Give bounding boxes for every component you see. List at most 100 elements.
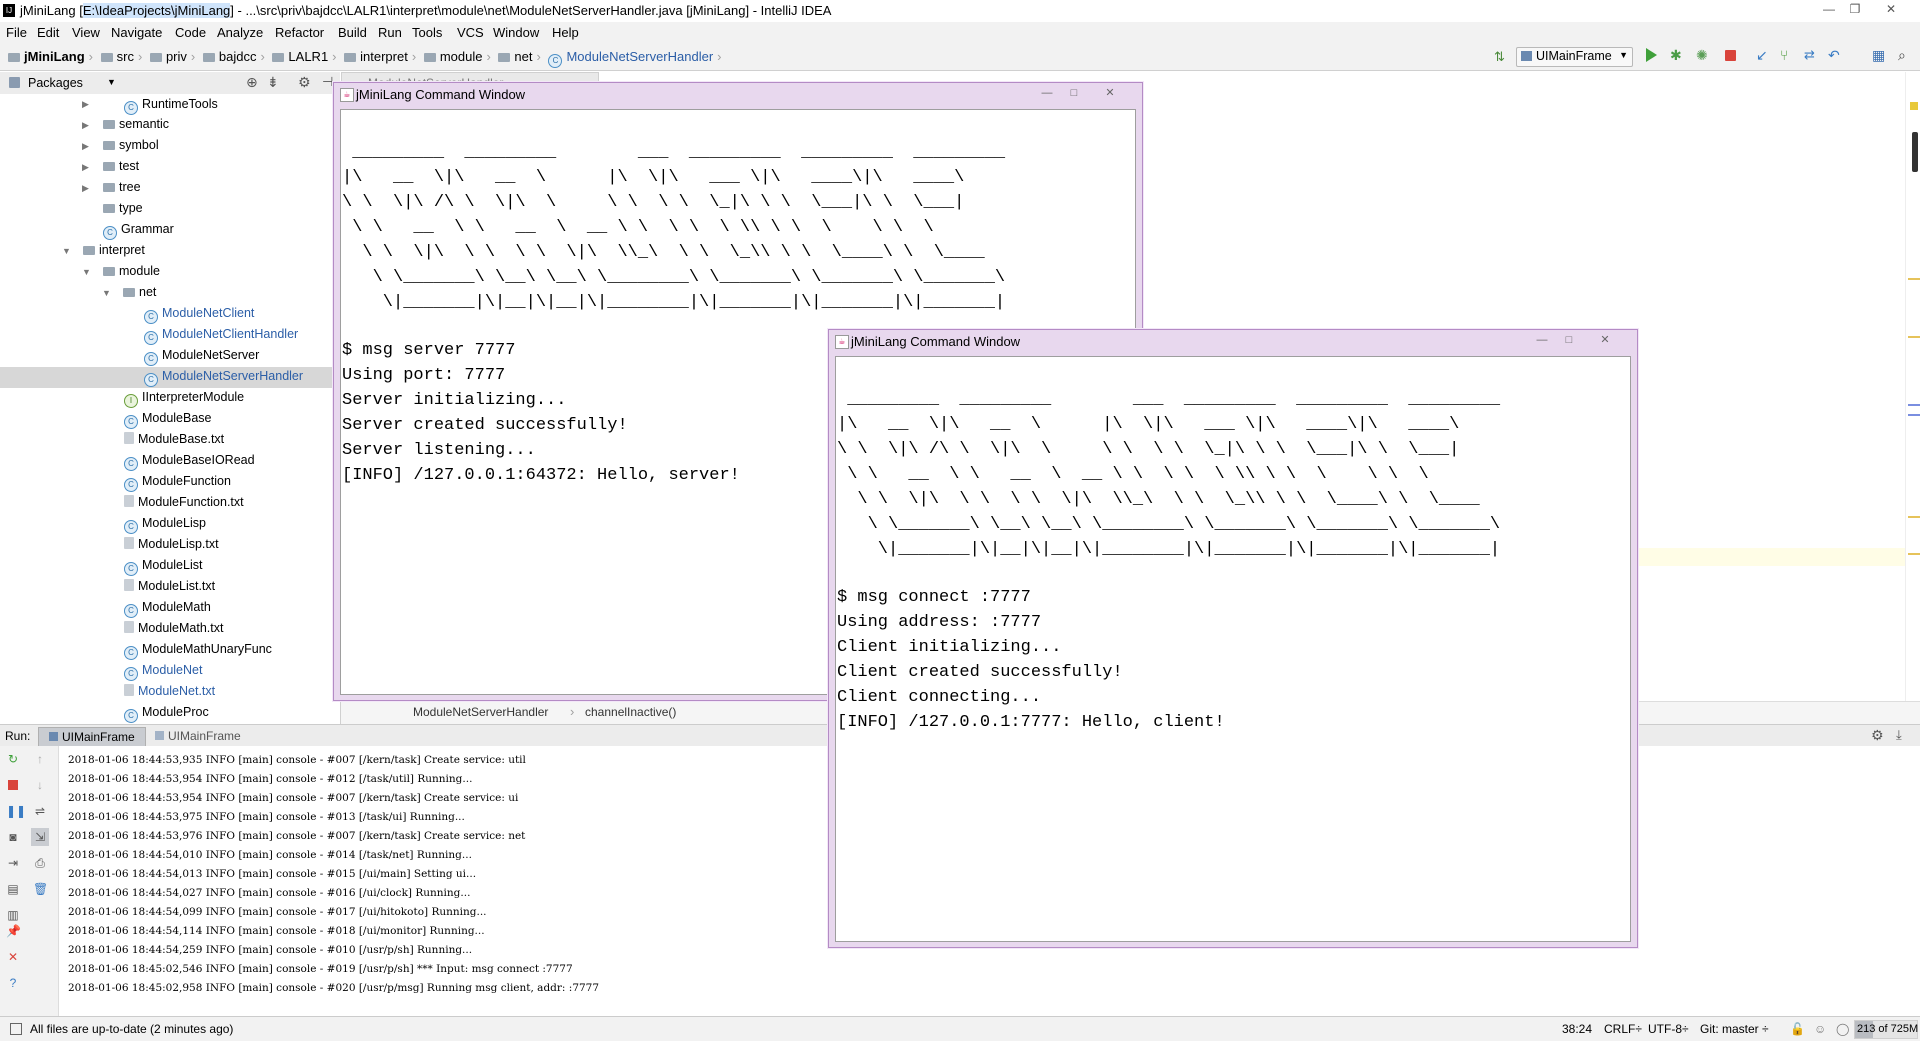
breadcrumb-project[interactable]: jMiniLang <box>24 49 85 64</box>
dump-threads-icon[interactable]: ◙ <box>6 830 20 844</box>
tree-item-modulenet-txt[interactable]: ModuleNet.txt <box>124 681 215 702</box>
run-tab[interactable]: UIMainFrame <box>145 727 251 745</box>
tree-item-modulebase-txt[interactable]: ModuleBase.txt <box>124 429 224 450</box>
line-separator[interactable]: CRLF÷ <box>1604 1022 1642 1036</box>
exit-icon[interactable]: ⇥ <box>6 856 20 870</box>
chevron-down-icon[interactable]: ▼ <box>102 288 111 298</box>
menu-run[interactable]: Run <box>378 25 402 40</box>
tree-item-modulemathunaryfunc[interactable]: C ModuleMathUnaryFunc <box>124 639 272 660</box>
menu-build[interactable]: Build <box>338 25 367 40</box>
locate-file-icon[interactable]: ⊕ <box>246 74 258 91</box>
maximize-icon[interactable]: □ <box>1061 86 1087 101</box>
debug-icon[interactable]: ✱ <box>1670 47 1682 64</box>
print-icon[interactable]: ⎙ <box>33 856 47 870</box>
menu-edit[interactable]: Edit <box>37 25 59 40</box>
breadcrumb-src[interactable]: src <box>117 49 134 64</box>
tree-item-modulefunction-txt[interactable]: ModuleFunction.txt <box>124 492 244 513</box>
tree-item-iinterpretermodule[interactable]: I IInterpreterModule <box>124 387 244 408</box>
tree-item-modulefunction[interactable]: C ModuleFunction <box>124 471 231 492</box>
menu-analyze[interactable]: Analyze <box>217 25 263 40</box>
breadcrumb-lalr1[interactable]: LALR1 <box>288 49 328 64</box>
tree-item-modulelist[interactable]: C ModuleList <box>124 555 202 576</box>
vcs-revert-icon[interactable]: ↶ <box>1828 47 1840 64</box>
chevron-right-icon[interactable]: ▶ <box>82 162 89 173</box>
change-marker[interactable] <box>1908 278 1920 280</box>
tree-item-modulenetclienthandler[interactable]: C ModuleNetClientHandler <box>144 324 298 345</box>
tree-item-modulenetserverhandler[interactable]: C ModuleNetServerHandler <box>144 366 303 387</box>
close-icon[interactable]: ✕ <box>1878 2 1904 18</box>
scroll-down-icon[interactable]: ↓ <box>33 778 47 792</box>
menu-window[interactable]: Window <box>493 25 539 40</box>
cursor-position[interactable]: 38:24 <box>1562 1022 1592 1036</box>
change-marker[interactable] <box>1908 414 1920 416</box>
close-icon[interactable]: ✕ <box>6 950 20 964</box>
run-tab-active[interactable]: UIMainFrame <box>38 727 146 747</box>
run-icon[interactable] <box>1646 48 1657 62</box>
maximize-icon[interactable]: ❐ <box>1842 2 1868 18</box>
tree-item-modulebaseioread[interactable]: C ModuleBaseIORead <box>124 450 255 471</box>
tree-item-test[interactable]: test <box>103 156 139 177</box>
change-marker[interactable] <box>1908 553 1920 555</box>
chevron-down-icon[interactable]: ▼ <box>107 77 116 87</box>
pause-icon[interactable]: ❚❚ <box>6 804 26 818</box>
chevron-right-icon[interactable]: ▶ <box>82 99 89 110</box>
tree-item-modulelisp[interactable]: C ModuleLisp <box>124 513 206 534</box>
vcs-compare-icon[interactable]: ⇄ <box>1804 47 1815 63</box>
tree-item-tree[interactable]: tree <box>103 177 141 198</box>
command-window-client[interactable]: ☕ jMiniLang Command Window — □ ✕ _______… <box>828 329 1638 948</box>
breadcrumb-bajdcc[interactable]: bajdcc <box>219 49 257 64</box>
packages-view-selector[interactable]: Packages <box>28 76 83 90</box>
breadcrumb-interpret[interactable]: interpret <box>360 49 408 64</box>
status-toggle-icon[interactable] <box>10 1023 22 1035</box>
close-icon[interactable]: ✕ <box>1097 86 1123 101</box>
menu-tools[interactable]: Tools <box>412 25 442 40</box>
chevron-right-icon[interactable]: ▶ <box>82 120 89 131</box>
memory-indicator[interactable]: 213 of 725M <box>1854 1020 1918 1039</box>
gear-icon[interactable]: ⚙ <box>298 74 311 91</box>
layout-icon[interactable]: ▥ <box>6 908 20 922</box>
change-marker[interactable] <box>1908 516 1920 518</box>
status-message[interactable]: All files are up-to-date (2 minutes ago) <box>30 1022 233 1036</box>
git-branch[interactable]: Git: master ÷ <box>1700 1022 1769 1036</box>
close-icon[interactable]: ✕ <box>1592 333 1618 348</box>
vcs-commit-icon[interactable]: ⑂ <box>1780 47 1788 63</box>
minimize-icon[interactable]: — <box>1816 2 1842 18</box>
menu-view[interactable]: View <box>72 25 100 40</box>
tree-item-modulenet[interactable]: C ModuleNet <box>124 660 202 681</box>
tree-item-modulenetserver[interactable]: C ModuleNetServer <box>144 345 259 366</box>
rerun-icon[interactable]: ↻ <box>6 752 20 766</box>
chevron-down-icon[interactable]: ▼ <box>82 267 91 277</box>
tree-item-module[interactable]: module <box>103 261 160 282</box>
menu-navigate[interactable]: Navigate <box>111 25 162 40</box>
tree-item-modulemath[interactable]: C ModuleMath <box>124 597 211 618</box>
stop-icon[interactable] <box>1725 50 1736 61</box>
hide-panel-icon[interactable]: ⤓ <box>1896 727 1902 743</box>
change-marker[interactable] <box>1908 336 1920 338</box>
lock-icon[interactable]: 🔓 <box>1790 1022 1805 1036</box>
soft-wrap-icon[interactable]: ⇌ <box>33 804 47 818</box>
change-marker[interactable] <box>1908 404 1920 406</box>
tree-item-moduleproc[interactable]: C ModuleProc <box>124 702 209 723</box>
tree-item-runtimetools[interactable]: C RuntimeTools <box>124 94 218 115</box>
tree-item-symbol[interactable]: symbol <box>103 135 159 156</box>
editor-scrollbar-thumb[interactable] <box>1912 132 1918 172</box>
run-config-dropdown[interactable]: UIMainFrame ▼ <box>1516 47 1633 67</box>
terminal-output[interactable]: _________ _________ ___ _________ ______… <box>835 356 1631 942</box>
sort-icon[interactable]: ⇅ <box>1494 49 1505 65</box>
hide-panel-icon[interactable]: ⊣ <box>322 74 333 90</box>
editor-breadcrumb-method[interactable]: channelInactive() <box>585 705 676 719</box>
stop-icon[interactable] <box>6 778 20 792</box>
search-everywhere-icon[interactable]: ⌕ <box>1898 47 1906 64</box>
scroll-up-icon[interactable]: ↑ <box>33 752 47 766</box>
tree-item-modulemath-txt[interactable]: ModuleMath.txt <box>124 618 223 639</box>
breadcrumb-file[interactable]: ModuleNetServerHandler <box>566 49 713 64</box>
chevron-down-icon[interactable]: ▼ <box>62 246 71 256</box>
file-encoding[interactable]: UTF-8÷ <box>1648 1022 1689 1036</box>
tree-item-interpret[interactable]: interpret <box>83 240 145 261</box>
chevron-right-icon[interactable]: ▶ <box>82 141 89 152</box>
warning-marker[interactable] <box>1910 102 1918 110</box>
menu-help[interactable]: Help <box>552 25 579 40</box>
minimize-icon[interactable]: — <box>1529 333 1555 348</box>
coverage-icon[interactable]: ✺ <box>1696 47 1708 64</box>
tree-item-semantic[interactable]: semantic <box>103 114 169 135</box>
